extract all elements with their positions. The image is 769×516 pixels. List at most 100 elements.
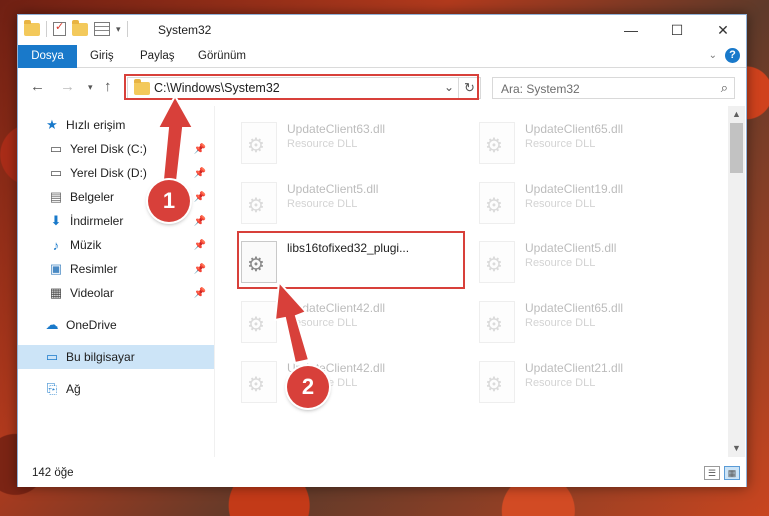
drive-icon: ▭ — [49, 165, 63, 180]
file-name: UpdateClient5.dll — [525, 241, 617, 255]
folder-icon — [24, 19, 40, 36]
view-switcher: ☰ ▦ — [704, 466, 740, 480]
sidebar-item-label: Bu bilgisayar — [66, 350, 135, 364]
dll-file-icon — [241, 122, 277, 164]
sidebar-item-label: Videolar — [70, 286, 114, 300]
pin-icon: 📌 — [193, 143, 206, 155]
file-type: Resource DLL — [525, 377, 596, 389]
drive-icon: ▭ — [49, 141, 63, 156]
file-name: UpdateClient65.dll — [525, 301, 624, 315]
file-type: Resource DLL — [525, 317, 596, 329]
expand-ribbon-icon[interactable]: ⌄ — [709, 50, 717, 61]
file-highlight — [237, 231, 465, 289]
sidebar-item-videos[interactable]: ▦ Videolar 📌 — [18, 281, 214, 305]
navigation-pane: ★ Hızlı erişim ▭ Yerel Disk (C:) 📌 ▭ Yer… — [18, 106, 214, 457]
title-bar: ▾ System32 — ☐ ✕ — [18, 15, 746, 45]
help-icon[interactable]: ? — [725, 48, 740, 63]
address-bar-highlight — [124, 74, 479, 100]
sidebar-item-music[interactable]: ♪ Müzik 📌 — [18, 233, 214, 257]
pin-icon: 📌 — [193, 287, 206, 299]
sidebar-item-quick-access[interactable]: ★ Hızlı erişim — [18, 113, 214, 137]
pictures-icon: ▣ — [49, 261, 63, 276]
file-type: Resource DLL — [525, 138, 596, 150]
sidebar-item-label: Hızlı erişim — [66, 118, 126, 132]
sidebar-item-label: OneDrive — [66, 318, 117, 332]
dll-file-icon — [479, 182, 515, 224]
file-type: Resource DLL — [525, 198, 596, 210]
dll-file-icon — [241, 182, 277, 224]
computer-icon: ▭ — [45, 349, 59, 364]
file-item[interactable]: UpdateClient5.dll Resource DLL — [239, 174, 469, 229]
file-item[interactable]: UpdateClient65.dll Resource DLL — [477, 114, 707, 169]
pin-icon: 📌 — [193, 239, 206, 251]
sidebar-item-onedrive[interactable]: ☁ OneDrive — [18, 313, 214, 337]
maximize-button[interactable]: ☐ — [654, 15, 700, 45]
scroll-up-icon[interactable]: ▲ — [728, 106, 745, 123]
sidebar-item-disk-c[interactable]: ▭ Yerel Disk (C:) 📌 — [18, 137, 214, 161]
tab-file[interactable]: Dosya — [18, 45, 77, 68]
download-icon: ⬇ — [50, 213, 62, 228]
quick-access-toolbar: ▾ — [24, 19, 128, 37]
pin-icon: 📌 — [193, 215, 206, 227]
details-view-icon[interactable]: ☰ — [704, 466, 720, 480]
sidebar-item-label: Resimler — [70, 262, 118, 276]
close-button[interactable]: ✕ — [700, 15, 746, 45]
file-item[interactable]: UpdateClient63.dll Resource DLL — [239, 114, 469, 169]
file-name: UpdateClient65.dll — [525, 122, 624, 136]
dll-file-icon — [479, 301, 515, 343]
recent-locations-icon[interactable]: ▾ — [88, 82, 93, 93]
sidebar-item-label: Yerel Disk (C:) — [70, 142, 147, 156]
back-arrow-icon[interactable]: ← — [30, 78, 45, 95]
pin-icon: 📌 — [193, 167, 206, 179]
ribbon-tabs: Dosya Giriş Paylaş Görünüm ⌄ ? — [18, 45, 746, 68]
item-count: 142 öğe — [32, 467, 74, 479]
network-icon: ⎘ — [46, 381, 58, 396]
view-options-icon[interactable] — [94, 22, 110, 36]
file-type: Resource DLL — [287, 198, 358, 210]
tab-share[interactable]: Paylaş — [130, 45, 185, 68]
file-item[interactable]: UpdateClient42.dll Resource DLL — [239, 293, 469, 348]
scroll-down-icon[interactable]: ▼ — [728, 440, 745, 457]
file-type: Resource DLL — [525, 257, 596, 269]
vertical-scrollbar[interactable]: ▲ ▼ — [728, 106, 745, 457]
search-box[interactable]: Ara: System32 ⌕ — [492, 77, 735, 99]
file-item[interactable]: UpdateClient5.dll Resource DLL — [477, 233, 707, 288]
pin-icon: 📌 — [193, 191, 206, 203]
file-name: UpdateClient19.dll — [525, 182, 624, 196]
dll-file-icon — [241, 301, 277, 343]
new-folder-icon[interactable] — [72, 19, 88, 36]
up-arrow-icon[interactable]: ↑ — [104, 78, 112, 95]
tab-home[interactable]: Giriş — [80, 45, 124, 68]
sidebar-item-label: Müzik — [70, 238, 102, 252]
file-item[interactable]: UpdateClient42.dll Resource DLL — [239, 353, 469, 408]
file-item[interactable]: UpdateClient65.dll Resource DLL — [477, 293, 707, 348]
window-title: System32 — [158, 23, 212, 37]
scroll-thumb[interactable] — [730, 123, 743, 173]
minimize-button[interactable]: — — [608, 15, 654, 45]
window-controls: — ☐ ✕ — [608, 15, 746, 45]
file-item[interactable]: UpdateClient19.dll Resource DLL — [477, 174, 707, 229]
file-name: UpdateClient63.dll — [287, 122, 386, 136]
sidebar-item-pictures[interactable]: ▣ Resimler 📌 — [18, 257, 214, 281]
step-1-badge: 1 — [148, 180, 190, 222]
dll-file-icon — [479, 361, 515, 403]
status-bar: 142 öğe ☰ ▦ — [18, 457, 746, 487]
sidebar-item-label: Yerel Disk (D:) — [70, 166, 147, 180]
search-input[interactable]: Ara: System32 — [501, 82, 580, 96]
tiles-view-icon[interactable]: ▦ — [724, 466, 740, 480]
sidebar-item-this-pc[interactable]: ▭ Bu bilgisayar — [18, 345, 214, 369]
videos-icon: ▦ — [49, 285, 63, 300]
star-icon: ★ — [46, 117, 58, 132]
sidebar-item-disk-d[interactable]: ▭ Yerel Disk (D:) 📌 — [18, 161, 214, 185]
file-item[interactable]: UpdateClient21.dll Resource DLL — [477, 353, 707, 408]
step-2-badge: 2 — [287, 366, 329, 408]
customize-toolbar-icon[interactable]: ▾ — [116, 24, 121, 35]
sidebar-item-label: İndirmeler — [70, 214, 124, 228]
dll-file-icon — [479, 241, 515, 283]
forward-arrow-icon[interactable]: → — [60, 78, 75, 95]
properties-check-icon[interactable] — [53, 20, 66, 36]
tab-view[interactable]: Görünüm — [188, 45, 256, 68]
file-name: UpdateClient21.dll — [525, 361, 624, 375]
search-icon[interactable]: ⌕ — [721, 80, 728, 96]
sidebar-item-network[interactable]: ⎘ Ağ — [18, 377, 214, 401]
